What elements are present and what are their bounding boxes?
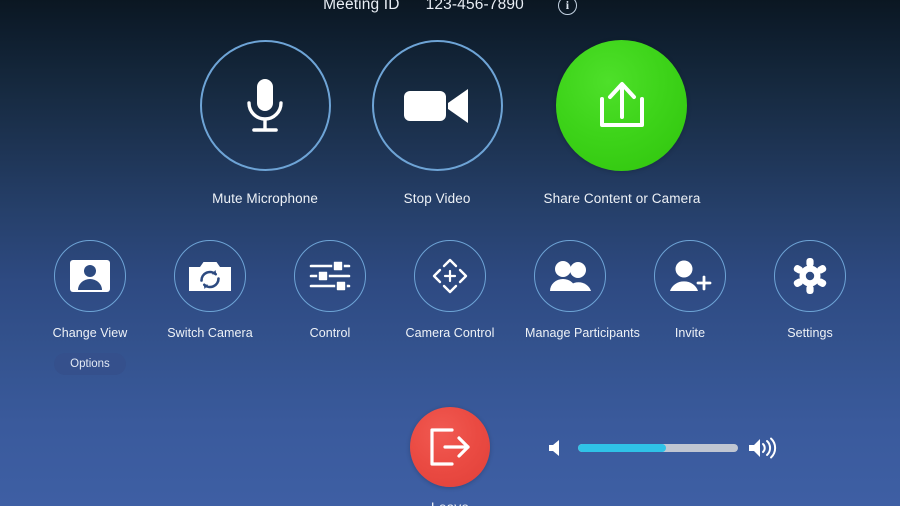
share-upload-icon <box>592 77 652 135</box>
mute-microphone-label: Mute Microphone <box>212 191 318 206</box>
volume-fill <box>578 444 666 452</box>
options-button[interactable]: Options <box>54 353 126 375</box>
camera-control-label: Camera Control <box>405 326 495 340</box>
change-view-label: Change View <box>52 326 128 340</box>
primary-controls-row: Mute Microphone Stop Video Share Content… <box>0 40 900 206</box>
switch-camera-button[interactable]: Switch Camera <box>165 240 255 375</box>
volume-track[interactable] <box>578 444 738 452</box>
leave-label: Leave <box>431 499 469 506</box>
exit-arrow-icon <box>427 427 473 467</box>
control-label: Control <box>309 326 351 340</box>
dpad-move-icon <box>428 256 472 296</box>
change-view-button[interactable]: Change View Options <box>45 240 135 375</box>
share-content-circle[interactable] <box>556 40 688 171</box>
control-button[interactable]: Control <box>285 240 375 375</box>
manage-participants-circle[interactable] <box>534 240 606 312</box>
mute-microphone-circle[interactable] <box>199 40 331 171</box>
gear-icon <box>792 258 828 294</box>
manage-participants-button[interactable]: Manage Participants <box>525 240 640 375</box>
meeting-id-label: Meeting ID <box>323 0 400 13</box>
invite-button[interactable]: Invite <box>645 240 735 375</box>
control-circle[interactable] <box>294 240 366 312</box>
change-view-circle[interactable] <box>54 240 126 312</box>
camera-rotate-icon <box>188 259 232 293</box>
settings-circle[interactable] <box>774 240 846 312</box>
share-content-button[interactable]: Share Content or Camera <box>544 40 701 206</box>
volume-slider[interactable] <box>548 432 778 464</box>
speaker-low-icon[interactable] <box>548 437 568 459</box>
person-plus-icon <box>668 259 712 293</box>
switch-camera-label: Switch Camera <box>167 326 253 340</box>
meeting-header: Meeting ID 123-456-7890 i <box>0 0 900 20</box>
stop-video-button[interactable]: Stop Video <box>371 40 503 206</box>
invite-label: Invite <box>674 326 706 340</box>
camera-control-button[interactable]: Camera Control <box>405 240 495 375</box>
meeting-id-value: 123-456-7890 <box>425 0 524 13</box>
info-icon[interactable]: i <box>557 0 577 15</box>
settings-label: Settings <box>787 326 833 340</box>
speaker-high-icon[interactable] <box>748 436 778 460</box>
invite-circle[interactable] <box>654 240 726 312</box>
switch-camera-circle[interactable] <box>174 240 246 312</box>
mute-microphone-button[interactable]: Mute Microphone <box>199 40 331 206</box>
manage-participants-label: Manage Participants <box>525 326 640 340</box>
microphone-icon <box>237 75 293 137</box>
settings-button[interactable]: Settings <box>765 240 855 375</box>
two-people-icon <box>547 259 593 293</box>
leave-circle[interactable] <box>410 407 490 487</box>
sliders-icon <box>309 259 351 293</box>
id-card-person-icon <box>69 259 111 293</box>
video-camera-icon <box>402 83 472 129</box>
stop-video-label: Stop Video <box>403 191 471 206</box>
share-content-label: Share Content or Camera <box>543 191 701 206</box>
stop-video-circle[interactable] <box>371 40 503 171</box>
secondary-controls-row: Change View Options Switch Camera Contro… <box>0 240 900 375</box>
camera-control-circle[interactable] <box>414 240 486 312</box>
